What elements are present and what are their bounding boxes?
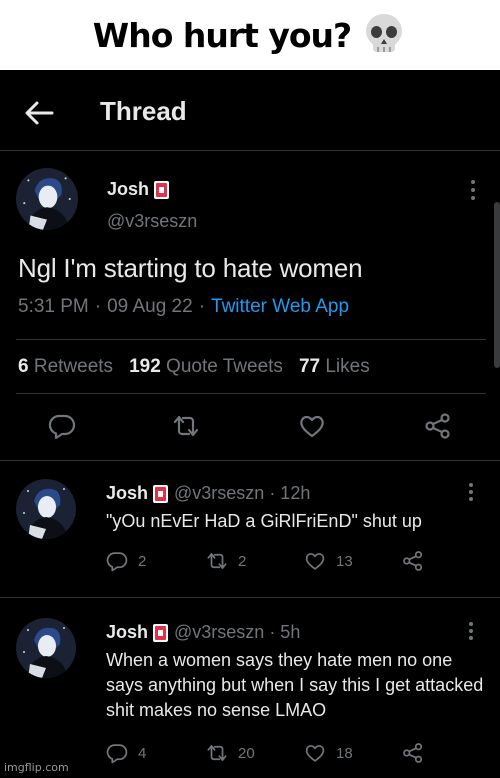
handle-and-time[interactable]: @v3rseszn · 12h xyxy=(174,483,310,504)
retweet-button[interactable]: 20 xyxy=(206,742,255,764)
meta-separator: · xyxy=(198,296,206,317)
display-name[interactable]: Josh xyxy=(107,179,171,200)
retweet-icon xyxy=(207,553,227,569)
reply-button[interactable]: 4 xyxy=(106,742,146,764)
reply-icon xyxy=(106,744,128,764)
red-card-emoji-icon xyxy=(153,623,169,642)
reply-icon[interactable] xyxy=(48,412,76,440)
meme-caption: Who hurt you? xyxy=(93,12,407,58)
divider xyxy=(16,393,486,394)
reply-count: 4 xyxy=(138,744,147,762)
quotes-count: 192 xyxy=(129,356,161,377)
tweet-actions xyxy=(0,406,500,446)
display-name[interactable]: Josh xyxy=(106,622,148,643)
red-card-emoji-icon xyxy=(154,180,170,199)
like-count: 18 xyxy=(336,744,353,762)
more-options-icon[interactable] xyxy=(466,622,476,644)
more-options-icon[interactable] xyxy=(468,180,478,202)
display-name-text: Josh xyxy=(107,179,150,199)
display-name[interactable]: Josh xyxy=(106,483,148,504)
retweet-count: 20 xyxy=(238,744,255,762)
retweets-count: 6 xyxy=(18,356,29,377)
retweet-icon[interactable] xyxy=(172,412,200,440)
divider xyxy=(0,460,500,461)
reply-count: 2 xyxy=(138,552,147,570)
reply-actions: 2 2 13 xyxy=(106,550,486,576)
thread-topbar: Thread xyxy=(0,70,500,151)
likes-stat[interactable]: 77 Likes xyxy=(299,356,370,378)
share-button[interactable] xyxy=(402,550,424,572)
reply-header: Josh @v3rseszn · 5h xyxy=(106,622,300,643)
twitter-screen: Thread Josh @v3rseszn Ngl I'm starting t… xyxy=(0,70,500,778)
reply-text: When a women says they hate men no one s… xyxy=(106,650,484,720)
scrollbar[interactable] xyxy=(494,202,500,368)
meta-separator: · xyxy=(94,296,102,317)
back-arrow-icon[interactable] xyxy=(22,98,56,128)
page-title: Thread xyxy=(100,96,187,126)
share-icon xyxy=(403,743,423,763)
avatar[interactable] xyxy=(16,168,78,230)
divider xyxy=(16,339,486,340)
retweet-icon xyxy=(207,745,227,761)
likes-count: 77 xyxy=(298,356,321,377)
like-count: 13 xyxy=(336,552,353,570)
divider xyxy=(0,597,500,598)
tweet-time[interactable]: 5:31 PM xyxy=(18,296,89,318)
retweets-stat[interactable]: 6 Retweets xyxy=(18,356,113,378)
reply-icon xyxy=(106,552,128,572)
share-button[interactable] xyxy=(402,742,424,764)
tweet-meta: 5:31 PM · 09 Aug 22 · Twitter Web App xyxy=(18,296,349,318)
tweet-source-link[interactable]: Twitter Web App xyxy=(211,296,349,318)
like-heart-icon xyxy=(305,553,325,570)
share-icon xyxy=(403,551,423,571)
quotes-label: Quote Tweets xyxy=(166,356,283,377)
like-button[interactable]: 18 xyxy=(304,742,353,764)
like-heart-icon[interactable] xyxy=(298,412,326,440)
red-card-emoji-icon xyxy=(153,484,169,503)
meme-header: Who hurt you? xyxy=(0,0,500,70)
retweet-count: 2 xyxy=(238,552,247,570)
share-icon[interactable] xyxy=(424,412,452,440)
handle-and-time[interactable]: @v3rseszn · 5h xyxy=(174,622,300,643)
skull-emoji-icon xyxy=(366,14,403,52)
reply-text: "yOu nEvEr HaD a GiRlFriEnD" shut up xyxy=(106,511,422,531)
retweet-button[interactable]: 2 xyxy=(206,550,246,572)
reply-button[interactable]: 2 xyxy=(106,550,146,572)
meme-caption-text: Who hurt you? xyxy=(92,15,352,55)
retweets-label: Retweets xyxy=(33,356,114,377)
likes-label: Likes xyxy=(325,356,370,377)
quote-tweets-stat[interactable]: 192 Quote Tweets xyxy=(129,356,283,378)
avatar[interactable] xyxy=(16,479,76,539)
imgflip-watermark: imgflip.com xyxy=(4,761,69,774)
reply-actions: 4 20 18 xyxy=(106,742,486,768)
handle[interactable]: @v3rseszn xyxy=(107,211,197,232)
more-options-icon[interactable] xyxy=(466,483,476,505)
reply-header: Josh @v3rseszn · 12h xyxy=(106,483,310,504)
tweet-date[interactable]: 09 Aug 22 xyxy=(107,296,193,318)
tweet-text: Ngl I'm starting to hate women xyxy=(18,253,363,283)
avatar[interactable] xyxy=(16,618,76,678)
like-heart-icon xyxy=(305,745,325,762)
like-button[interactable]: 13 xyxy=(304,550,353,572)
tweet-stats: 6 Retweets 192 Quote Tweets 77 Likes xyxy=(18,356,370,378)
